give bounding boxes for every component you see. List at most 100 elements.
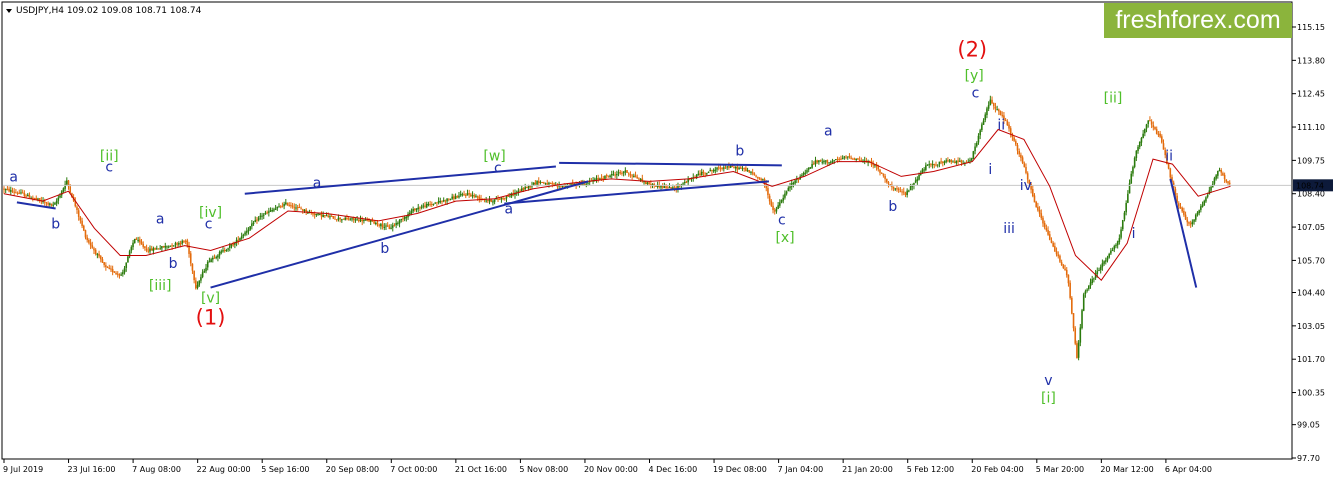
- candle-body: [631, 175, 633, 177]
- candle-body: [1067, 274, 1070, 284]
- candle-body: [1123, 212, 1126, 220]
- candle-body: [222, 250, 224, 252]
- candle-body: [843, 156, 846, 158]
- candle-body: [198, 280, 201, 286]
- candle-body: [546, 183, 549, 185]
- wave-label: [x]: [775, 230, 794, 246]
- candle-body: [853, 158, 856, 160]
- candle-body: [181, 240, 184, 244]
- candle-body: [1037, 206, 1039, 211]
- candle-body: [626, 170, 628, 173]
- candle-body: [3, 188, 5, 190]
- candle-body: [648, 182, 650, 185]
- candle-body: [792, 182, 795, 184]
- candle-body: [819, 159, 822, 162]
- y-tick-label: 103.05: [1297, 322, 1325, 331]
- candle-body: [682, 183, 684, 185]
- candle-body: [712, 169, 715, 172]
- candle-body: [987, 105, 990, 109]
- candle-body: [726, 166, 729, 168]
- candle-body: [20, 192, 22, 194]
- candle-body: [237, 239, 240, 241]
- candle-body: [54, 203, 56, 205]
- candle-body: [358, 219, 360, 222]
- candle-body: [476, 196, 479, 198]
- candle-body: [1218, 170, 1221, 172]
- candle-body: [835, 158, 837, 160]
- price-chart[interactable]: abc[ii]ab[iii]c[iv][v](1)ab[w]cabc[x]ab[…: [0, 0, 1333, 481]
- candle-body: [1023, 163, 1026, 168]
- candle-body: [116, 273, 119, 275]
- candle-body: [132, 242, 134, 248]
- y-tick-label: 111.10: [1297, 123, 1325, 132]
- candle-body: [882, 173, 885, 176]
- candle-body: [952, 161, 954, 163]
- candle-body: [1115, 244, 1117, 247]
- wave-label: a: [313, 176, 322, 192]
- candle-body: [714, 169, 717, 171]
- candle-body: [475, 195, 477, 197]
- candle-body: [1060, 262, 1063, 266]
- candle-body: [683, 181, 686, 184]
- candle-body: [1042, 217, 1044, 224]
- candle-body: [93, 248, 95, 251]
- candle-body: [1161, 136, 1163, 143]
- candle-body: [296, 207, 299, 209]
- candle-body: [660, 185, 662, 188]
- candle-body: [806, 170, 808, 173]
- candle-body: [947, 160, 949, 162]
- x-tick-label: 7 Jan 04:00: [778, 465, 824, 474]
- candle-body: [1018, 151, 1021, 155]
- candle-body: [704, 173, 706, 175]
- candle-body: [429, 204, 431, 206]
- x-tick-label: 23 Jul 16:00: [68, 465, 116, 474]
- candle-body: [789, 186, 791, 189]
- candle-body: [958, 160, 961, 162]
- candle-body: [227, 248, 229, 250]
- candle-body: [76, 206, 78, 210]
- candle-body: [324, 215, 326, 217]
- wave-label: c: [494, 161, 502, 177]
- candle-body: [928, 164, 931, 166]
- candle-body: [271, 210, 274, 212]
- candle-body: [1150, 121, 1153, 125]
- candle-body: [633, 175, 635, 177]
- candle-body: [879, 169, 881, 173]
- candle-body: [120, 274, 122, 276]
- candle-body: [291, 205, 294, 207]
- candle-body: [519, 190, 521, 192]
- candle-body: [485, 200, 487, 202]
- candle-body: [342, 218, 345, 220]
- candle-body: [509, 196, 511, 198]
- wave-label: b: [888, 199, 897, 215]
- candle-body: [444, 200, 447, 202]
- candle-body: [259, 215, 262, 217]
- candle-body: [797, 178, 800, 180]
- candle-body: [59, 195, 61, 198]
- candle-body: [821, 161, 824, 163]
- x-tick-label: 20 Mar 12:00: [1100, 465, 1153, 474]
- candle-body: [1082, 294, 1085, 311]
- candle-body: [1033, 195, 1036, 203]
- candle-body: [283, 203, 285, 207]
- candle-body: [140, 241, 143, 245]
- candle-body: [748, 170, 751, 173]
- candle-body: [152, 248, 155, 252]
- x-tick-label: 7 Oct 00:00: [390, 465, 437, 474]
- wave-label: [y]: [965, 68, 984, 84]
- candle-body: [543, 182, 545, 184]
- current-price-label: 108.74: [1296, 181, 1324, 190]
- candle-body: [1062, 265, 1065, 269]
- candle-body: [636, 177, 639, 179]
- candle-body: [1196, 212, 1199, 215]
- candle-body: [162, 245, 165, 248]
- candle-body: [1215, 175, 1217, 179]
- candle-body: [94, 249, 97, 255]
- candle-body: [1069, 282, 1071, 298]
- candle-body: [706, 173, 708, 175]
- candle-body: [346, 217, 348, 219]
- candle-body: [721, 167, 723, 169]
- candle-body: [9, 190, 12, 192]
- candle-body: [62, 188, 65, 192]
- candle-body: [872, 164, 875, 166]
